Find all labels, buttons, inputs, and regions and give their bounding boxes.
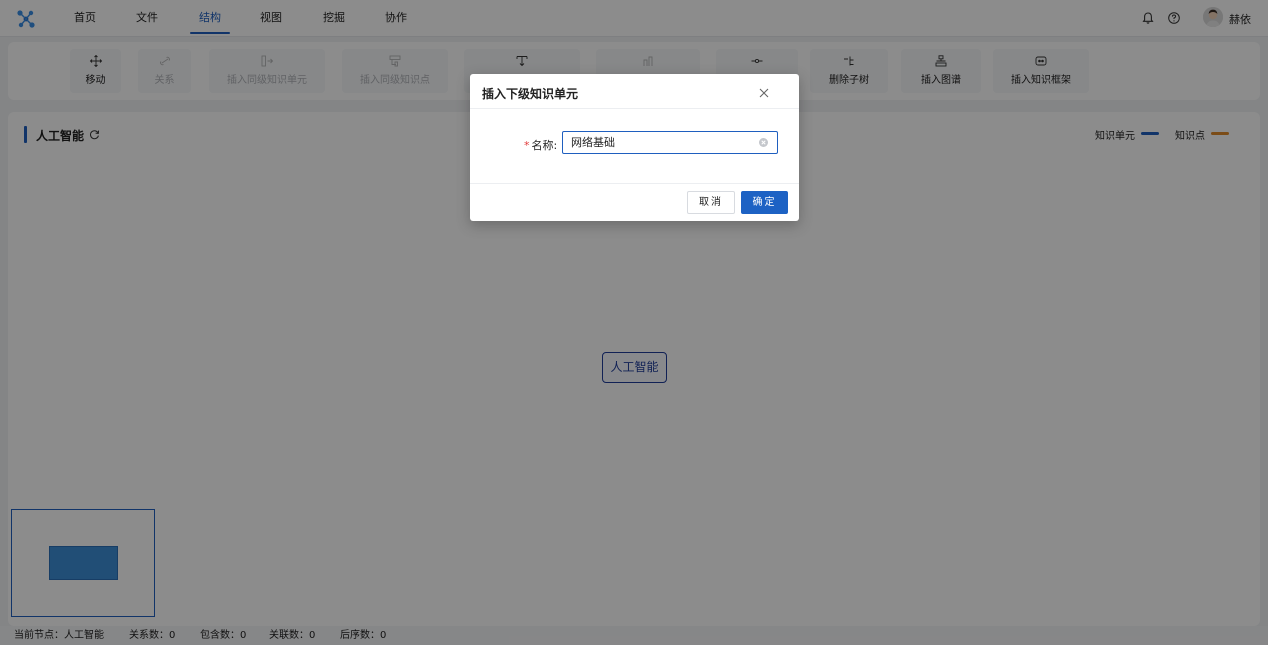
name-input[interactable]: 网络基础 bbox=[562, 131, 778, 154]
clear-input-icon[interactable] bbox=[759, 138, 768, 147]
name-input-value: 网络基础 bbox=[571, 136, 615, 149]
dialog-title: 插入下级知识单元 bbox=[482, 87, 579, 101]
close-icon[interactable] bbox=[758, 87, 770, 99]
dialog-header-divider bbox=[470, 108, 799, 109]
name-field-label-text: 名称: bbox=[531, 139, 558, 152]
confirm-button[interactable]: 确定 bbox=[741, 191, 788, 214]
cancel-button[interactable]: 取消 bbox=[687, 191, 735, 214]
required-marker: * bbox=[524, 139, 530, 152]
dialog-footer-divider bbox=[470, 183, 799, 184]
insert-child-unit-dialog: 插入下级知识单元 * 名称: 网络基础 取消 确定 bbox=[470, 74, 799, 221]
name-field-label: * 名称: bbox=[524, 137, 557, 153]
